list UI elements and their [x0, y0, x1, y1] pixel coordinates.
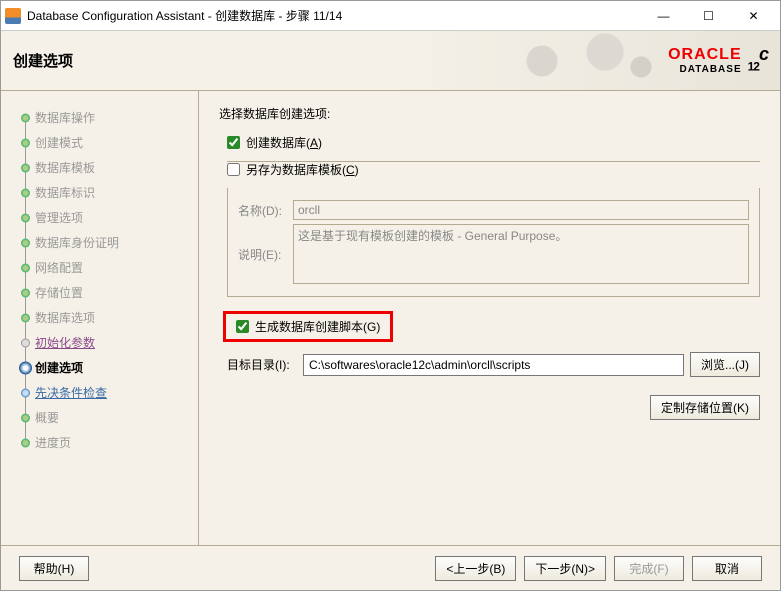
- minimize-button[interactable]: —: [641, 1, 686, 30]
- step-label: 存储位置: [35, 284, 83, 301]
- create-database-label: 创建数据库(A): [246, 134, 322, 151]
- step-dot-icon: [21, 438, 30, 447]
- step-dot-icon: [21, 413, 30, 422]
- custom-storage-button[interactable]: 定制存储位置(K): [650, 395, 760, 420]
- step-dot-icon: [21, 163, 30, 172]
- step-label: 先决条件检查: [35, 384, 107, 401]
- name-label: 名称(D):: [238, 202, 293, 219]
- wizard-step-1: 创建模式: [17, 130, 194, 155]
- help-button[interactable]: 帮助(H): [19, 556, 89, 581]
- template-group: 名称(D): 说明(E): 这是基于现有模板创建的模板 - General Pu…: [227, 188, 760, 297]
- step-label: 创建模式: [35, 134, 83, 151]
- section-title: 选择数据库创建选项:: [219, 105, 760, 122]
- generate-script-checkbox[interactable]: [236, 320, 249, 333]
- step-dot-icon: [21, 213, 30, 222]
- header: 创建选项 ORACLE DATABASE 12c: [1, 31, 780, 91]
- close-button[interactable]: ✕: [731, 1, 776, 30]
- step-dot-icon: [21, 313, 30, 322]
- step-dot-icon: [21, 388, 30, 397]
- wizard-step-10: 创建选项: [17, 355, 194, 380]
- finish-button: 完成(F): [614, 556, 684, 581]
- wizard-step-13: 进度页: [17, 430, 194, 455]
- page-title: 创建选项: [13, 50, 488, 71]
- maximize-button[interactable]: ☐: [686, 1, 731, 30]
- wizard-steps-sidebar: 数据库操作创建模式数据库模板数据库标识管理选项数据库身份证明网络配置存储位置数据…: [1, 91, 199, 545]
- step-label: 初始化参数: [35, 334, 95, 351]
- step-dot-icon: [21, 288, 30, 297]
- wizard-step-3: 数据库标识: [17, 180, 194, 205]
- step-dot-icon: [21, 263, 30, 272]
- gear-decoration: [488, 31, 668, 91]
- wizard-step-9[interactable]: 初始化参数: [17, 330, 194, 355]
- dir-label: 目标目录(I):: [227, 356, 297, 373]
- generate-script-label: 生成数据库创建脚本(G): [255, 318, 380, 335]
- step-label: 数据库模板: [35, 159, 95, 176]
- step-label: 进度页: [35, 434, 71, 451]
- create-database-checkbox[interactable]: [227, 136, 240, 149]
- wizard-step-4: 管理选项: [17, 205, 194, 230]
- wizard-step-7: 存储位置: [17, 280, 194, 305]
- main-panel: 选择数据库创建选项: 创建数据库(A) 另存为数据库模板(C) 名称(D): 说…: [199, 91, 780, 545]
- save-as-template-checkbox[interactable]: [227, 163, 240, 176]
- step-dot-icon: [19, 361, 32, 374]
- dir-field[interactable]: [303, 354, 684, 376]
- name-field: [293, 200, 749, 220]
- wizard-step-8: 数据库选项: [17, 305, 194, 330]
- footer-buttons: 帮助(H) <上一步(B) 下一步(N)> 完成(F) 取消: [1, 545, 780, 590]
- oracle-12c-text: 12c: [748, 44, 768, 77]
- step-label: 数据库操作: [35, 109, 95, 126]
- desc-field: 这是基于现有模板创建的模板 - General Purpose。: [293, 224, 749, 284]
- generate-script-highlight: 生成数据库创建脚本(G): [223, 311, 393, 342]
- save-as-template-label: 另存为数据库模板(C): [246, 161, 359, 178]
- step-label: 数据库标识: [35, 184, 95, 201]
- step-label: 创建选项: [35, 359, 83, 376]
- step-dot-icon: [21, 138, 30, 147]
- step-dot-icon: [21, 238, 30, 247]
- java-icon: [5, 8, 21, 24]
- wizard-step-5: 数据库身份证明: [17, 230, 194, 255]
- step-label: 数据库身份证明: [35, 234, 119, 251]
- window-title: Database Configuration Assistant - 创建数据库…: [27, 7, 641, 24]
- oracle-logo: ORACLE DATABASE 12c: [668, 44, 780, 77]
- step-dot-icon: [21, 188, 30, 197]
- step-label: 网络配置: [35, 259, 83, 276]
- cancel-button[interactable]: 取消: [692, 556, 762, 581]
- wizard-step-6: 网络配置: [17, 255, 194, 280]
- step-label: 概要: [35, 409, 59, 426]
- step-dot-icon: [21, 113, 30, 122]
- wizard-step-2: 数据库模板: [17, 155, 194, 180]
- step-label: 管理选项: [35, 209, 83, 226]
- desc-label: 说明(E):: [238, 246, 293, 263]
- back-button[interactable]: <上一步(B): [435, 556, 516, 581]
- oracle-red-text: ORACLE: [668, 46, 742, 64]
- step-label: 数据库选项: [35, 309, 95, 326]
- browse-button[interactable]: 浏览...(J): [690, 352, 760, 377]
- oracle-database-text: DATABASE: [668, 64, 742, 75]
- next-button[interactable]: 下一步(N)>: [524, 556, 606, 581]
- wizard-step-11[interactable]: 先决条件检查: [17, 380, 194, 405]
- wizard-step-0: 数据库操作: [17, 105, 194, 130]
- step-dot-icon: [21, 338, 30, 347]
- wizard-step-12: 概要: [17, 405, 194, 430]
- titlebar: Database Configuration Assistant - 创建数据库…: [1, 1, 780, 31]
